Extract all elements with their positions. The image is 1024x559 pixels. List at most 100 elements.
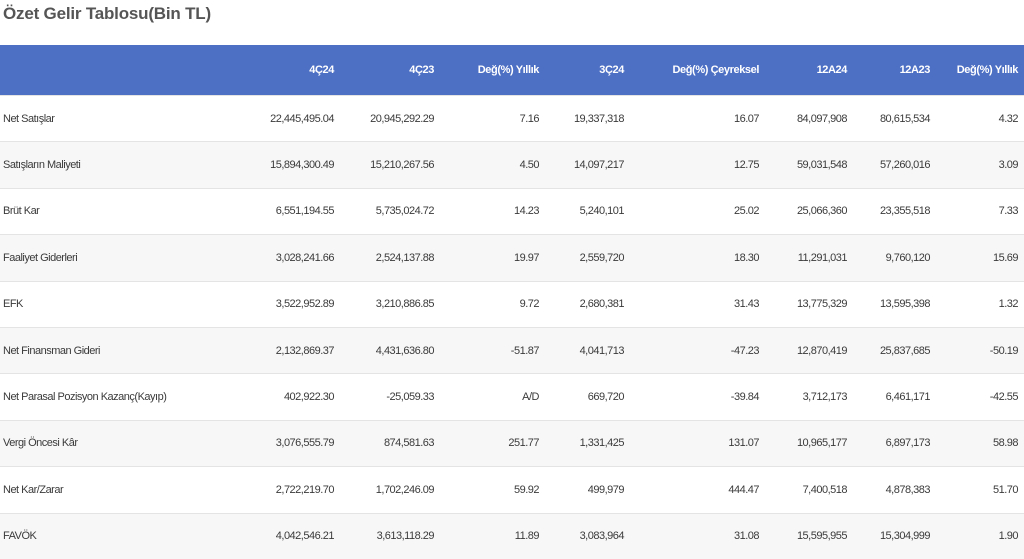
cell-annual-change: 1.90 <box>936 512 1024 559</box>
column-header-qoq-change[interactable]: Değ(%) Çeyreksel <box>630 45 765 96</box>
income-statement-table: 4Ç24 4Ç23 Değ(%) Yıllık 3Ç24 Değ(%) Çeyr… <box>0 45 1024 559</box>
cell-4c24: 15,894,300.49 <box>240 141 340 189</box>
cell-4c23: 5,735,024.72 <box>340 187 440 235</box>
cell-qoq-change: 31.43 <box>630 280 765 328</box>
cell-4c23: -25,059.33 <box>340 373 440 421</box>
cell-yoy-change: 14.23 <box>440 187 545 235</box>
cell-3c24: 499,979 <box>545 466 630 514</box>
column-header-item[interactable] <box>0 45 240 96</box>
cell-12a24: 15,595,955 <box>765 512 853 559</box>
column-header-yoy-change[interactable]: Değ(%) Yıllık <box>440 45 545 96</box>
cell-12a23: 6,461,171 <box>853 373 936 421</box>
cell-4c23: 15,210,267.56 <box>340 141 440 189</box>
cell-3c24: 669,720 <box>545 373 630 421</box>
column-header-4c23[interactable]: 4Ç23 <box>340 45 440 96</box>
cell-qoq-change: -47.23 <box>630 326 765 374</box>
cell-12a23: 80,615,534 <box>853 94 936 142</box>
cell-12a23: 9,760,120 <box>853 234 936 282</box>
cell-4c24: 6,551,194.55 <box>240 187 340 235</box>
cell-4c24: 3,522,952.89 <box>240 280 340 328</box>
cell-qoq-change: 18.30 <box>630 234 765 282</box>
table-row: EFK 3,522,952.89 3,210,886.85 9.72 2,680,381… <box>0 280 1024 328</box>
table-header-row: 4Ç24 4Ç23 Değ(%) Yıllık 3Ç24 Değ(%) Çeyr… <box>0 45 1024 96</box>
row-label: Vergi Öncesi Kâr <box>0 419 240 467</box>
cell-4c24: 4,042,546.21 <box>240 512 340 559</box>
cell-annual-change: -50.19 <box>936 326 1024 374</box>
cell-annual-change: 3.09 <box>936 141 1024 189</box>
cell-annual-change: 1.32 <box>936 280 1024 328</box>
table-row: Net Finansman Gideri 2,132,869.37 4,431,63… <box>0 326 1024 374</box>
cell-annual-change: 51.70 <box>936 466 1024 514</box>
cell-4c23: 3,613,118.29 <box>340 512 440 559</box>
table-row: Faaliyet Giderleri 3,028,241.66 2,524,137.… <box>0 234 1024 282</box>
cell-3c24: 2,680,381 <box>545 280 630 328</box>
column-header-annual-change[interactable]: Değ(%) Yıllık <box>936 45 1024 96</box>
row-label: Brüt Kar <box>0 187 240 235</box>
table-row: Net Parasal Pozisyon Kazanç(Kayıp) 402,92… <box>0 373 1024 421</box>
cell-4c24: 2,132,869.37 <box>240 326 340 374</box>
cell-12a23: 23,355,518 <box>853 187 936 235</box>
row-label: FAVÖK <box>0 512 240 559</box>
row-label: Satışların Maliyeti <box>0 141 240 189</box>
table-row: Brüt Kar 6,551,194.55 5,735,024.72 14.23 5,2… <box>0 187 1024 235</box>
cell-qoq-change: 444.47 <box>630 466 765 514</box>
cell-12a24: 10,965,177 <box>765 419 853 467</box>
row-label: Net Satışlar <box>0 94 240 142</box>
cell-yoy-change: 19.97 <box>440 234 545 282</box>
table-body: Net Satışlar 22,445,495.04 20,945,292.29 7.… <box>0 94 1024 559</box>
cell-12a24: 84,097,908 <box>765 94 853 142</box>
cell-12a23: 4,878,383 <box>853 466 936 514</box>
cell-annual-change: 58.98 <box>936 419 1024 467</box>
cell-12a24: 25,066,360 <box>765 187 853 235</box>
cell-annual-change: 7.33 <box>936 187 1024 235</box>
cell-yoy-change: 4.50 <box>440 141 545 189</box>
cell-12a23: 6,897,173 <box>853 419 936 467</box>
cell-12a24: 7,400,518 <box>765 466 853 514</box>
cell-yoy-change: 251.77 <box>440 419 545 467</box>
cell-4c24: 22,445,495.04 <box>240 94 340 142</box>
column-header-12a24[interactable]: 12A24 <box>765 45 853 96</box>
cell-annual-change: 4.32 <box>936 94 1024 142</box>
table-row: Net Satışlar 22,445,495.04 20,945,292.29 7.… <box>0 94 1024 142</box>
cell-3c24: 4,041,713 <box>545 326 630 374</box>
cell-3c24: 14,097,217 <box>545 141 630 189</box>
cell-12a24: 13,775,329 <box>765 280 853 328</box>
cell-4c23: 1,702,246.09 <box>340 466 440 514</box>
cell-4c24: 2,722,219.70 <box>240 466 340 514</box>
cell-qoq-change: 16.07 <box>630 94 765 142</box>
column-header-3c24[interactable]: 3Ç24 <box>545 45 630 96</box>
cell-qoq-change: 25.02 <box>630 187 765 235</box>
cell-12a24: 59,031,548 <box>765 141 853 189</box>
cell-12a24: 12,870,419 <box>765 326 853 374</box>
cell-4c24: 3,028,241.66 <box>240 234 340 282</box>
row-label: EFK <box>0 280 240 328</box>
cell-4c23: 4,431,636.80 <box>340 326 440 374</box>
cell-4c23: 874,581.63 <box>340 419 440 467</box>
row-label: Net Parasal Pozisyon Kazanç(Kayıp) <box>0 373 240 421</box>
cell-12a23: 13,595,398 <box>853 280 936 328</box>
column-header-12a23[interactable]: 12A23 <box>853 45 936 96</box>
cell-4c23: 3,210,886.85 <box>340 280 440 328</box>
page-title: Özet Gelir Tablosu(Bin TL) <box>3 4 211 23</box>
cell-yoy-change: 7.16 <box>440 94 545 142</box>
cell-qoq-change: 131.07 <box>630 419 765 467</box>
column-header-4c24[interactable]: 4Ç24 <box>240 45 340 96</box>
cell-qoq-change: 12.75 <box>630 141 765 189</box>
table-row: Satışların Maliyeti 15,894,300.49 15,210,2… <box>0 141 1024 189</box>
cell-12a24: 3,712,173 <box>765 373 853 421</box>
cell-12a24: 11,291,031 <box>765 234 853 282</box>
row-label: Net Kar/Zarar <box>0 466 240 514</box>
cell-3c24: 19,337,318 <box>545 94 630 142</box>
cell-qoq-change: 31.08 <box>630 512 765 559</box>
table-row: Vergi Öncesi Kâr 3,076,555.79 874,581.63 25… <box>0 419 1024 467</box>
cell-3c24: 1,331,425 <box>545 419 630 467</box>
row-label: Faaliyet Giderleri <box>0 234 240 282</box>
cell-3c24: 2,559,720 <box>545 234 630 282</box>
cell-yoy-change: 9.72 <box>440 280 545 328</box>
cell-12a23: 15,304,999 <box>853 512 936 559</box>
cell-yoy-change: 11.89 <box>440 512 545 559</box>
cell-3c24: 5,240,101 <box>545 187 630 235</box>
cell-annual-change: -42.55 <box>936 373 1024 421</box>
cell-yoy-change: 59.92 <box>440 466 545 514</box>
table-row: Net Kar/Zarar 2,722,219.70 1,702,246.09 59.… <box>0 466 1024 514</box>
